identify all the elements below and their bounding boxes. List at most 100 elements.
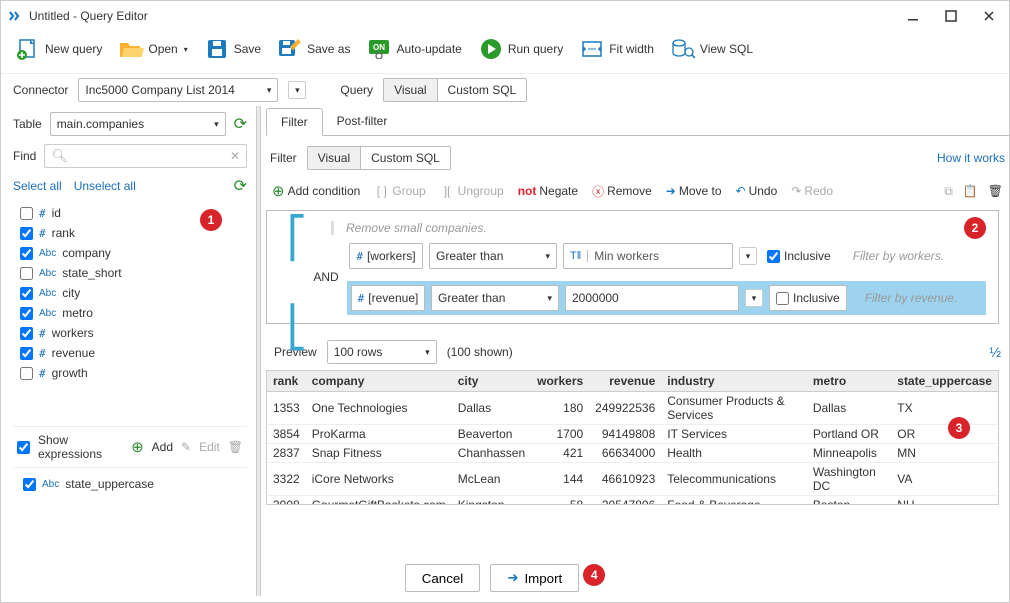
- connector-label: Connector: [13, 83, 68, 97]
- connector-extra-button[interactable]: ▾: [288, 81, 306, 99]
- col-header[interactable]: workers: [531, 371, 589, 392]
- preview-shown: (100 shown): [447, 345, 513, 359]
- ungroup-button[interactable]: ][Ungroup: [440, 184, 504, 199]
- window-title: Untitled - Query Editor: [29, 9, 148, 23]
- type-number-icon: #: [39, 207, 46, 220]
- tab-filter-custom[interactable]: Custom SQL: [361, 147, 450, 169]
- inclusive-checkbox[interactable]: Inclusive: [769, 285, 847, 311]
- new-query-button[interactable]: New query: [13, 35, 104, 63]
- arrow-right-icon: ➜: [666, 184, 676, 198]
- cancel-button[interactable]: Cancel: [405, 564, 481, 592]
- filter-mode-switch[interactable]: Visual Custom SQL: [307, 146, 451, 170]
- col-header[interactable]: rank: [267, 371, 306, 392]
- table-select[interactable]: main.companies: [50, 112, 226, 136]
- column-item: #growth: [14, 363, 246, 383]
- col-header[interactable]: revenue: [589, 371, 661, 392]
- find-input[interactable]: 🔍︎ ✕: [44, 144, 247, 168]
- col-header[interactable]: city: [452, 371, 531, 392]
- column-item: Abcmetro: [14, 303, 246, 323]
- redo-button[interactable]: ↷Redo: [791, 184, 833, 198]
- inclusive-checkbox[interactable]: Inclusive: [763, 249, 835, 263]
- type-text-icon: Abc: [39, 288, 56, 299]
- field-pill[interactable]: #[revenue]: [351, 285, 425, 311]
- field-pill[interactable]: #[workers]: [349, 243, 423, 269]
- delete-icon[interactable]: 🗑: [228, 440, 243, 454]
- save-button[interactable]: Save: [202, 35, 263, 63]
- close-button[interactable]: [977, 4, 1001, 28]
- play-icon: [478, 37, 504, 61]
- maximize-button[interactable]: [939, 4, 963, 28]
- undo-button[interactable]: ↶Undo: [736, 184, 778, 198]
- add-condition-button[interactable]: ⊕Add condition: [272, 182, 360, 200]
- bracket-open-icon: ⎡: [285, 215, 309, 261]
- save-as-button[interactable]: Save as: [275, 35, 352, 63]
- paste-icon[interactable]: 📋: [963, 184, 978, 198]
- select-all-link[interactable]: Select all: [13, 179, 62, 193]
- value-input[interactable]: 2000000: [565, 285, 739, 311]
- col-header[interactable]: industry: [661, 371, 807, 392]
- transpose-icon[interactable]: ½: [989, 344, 1001, 360]
- filter-group-comment: Remove small companies.: [331, 221, 984, 235]
- operator-select[interactable]: Greater than: [429, 243, 557, 269]
- how-it-works-link[interactable]: How it works: [937, 151, 1005, 165]
- tab-filter-visual[interactable]: Visual: [308, 147, 361, 169]
- add-icon[interactable]: ⊕: [131, 438, 144, 456]
- operator-select[interactable]: Greater than: [431, 285, 559, 311]
- filter-label: Filter: [270, 151, 297, 165]
- undo-icon: ↶: [736, 184, 746, 198]
- import-button[interactable]: ➜Import: [490, 564, 579, 592]
- col-header[interactable]: company: [306, 371, 452, 392]
- refresh-table-icon[interactable]: ⟳: [234, 114, 247, 134]
- col-header[interactable]: state_uppercase: [891, 371, 998, 392]
- plus-icon: ⊕: [272, 182, 285, 200]
- clear-icon[interactable]: ✕: [230, 149, 240, 163]
- fit-width-button[interactable]: Fit width: [577, 35, 656, 63]
- preview-rows-select[interactable]: 100 rows: [327, 340, 437, 364]
- col-header[interactable]: metro: [807, 371, 891, 392]
- remove-button[interactable]: ⓧRemove: [592, 183, 652, 200]
- table-row: 2837Snap FitnessChanhassen42166634000Hea…: [267, 444, 998, 463]
- edit-icon[interactable]: ✎: [181, 440, 191, 454]
- preview-table[interactable]: rank company city workers revenue indust…: [266, 370, 999, 505]
- unselect-all-link[interactable]: Unselect all: [74, 179, 136, 193]
- type-number-icon: #: [39, 227, 46, 240]
- remove-icon: ⓧ: [592, 183, 604, 200]
- expression-item: Abcstate_uppercase: [17, 474, 243, 494]
- move-to-button[interactable]: ➜Move to: [666, 184, 722, 198]
- connector-select[interactable]: Inc5000 Company List 2014: [78, 78, 278, 102]
- type-number-icon: #: [39, 367, 46, 380]
- param-input[interactable]: T‖Min workers: [563, 243, 733, 269]
- type-number-icon: #: [39, 327, 46, 340]
- group-button[interactable]: [ ]Group: [374, 184, 425, 199]
- param-dropdown-button[interactable]: ▾: [745, 289, 763, 307]
- query-mode-switch[interactable]: Visual Custom SQL: [383, 78, 527, 102]
- column-item: #workers: [14, 323, 246, 343]
- tab-visual[interactable]: Visual: [384, 79, 437, 101]
- view-sql-button[interactable]: View SQL: [668, 35, 755, 63]
- not-icon: not: [518, 184, 537, 198]
- auto-update-button[interactable]: ONAuto-update: [364, 35, 463, 63]
- tab-post-filter[interactable]: Post-filter: [323, 108, 402, 135]
- copy-icon[interactable]: ⧉: [944, 184, 953, 199]
- caret-down-icon: ▾: [184, 45, 188, 54]
- tab-filter[interactable]: Filter: [266, 108, 323, 136]
- splitter-handle[interactable]: [256, 106, 261, 596]
- table-label: Table: [13, 117, 42, 131]
- column-item: #revenue: [14, 343, 246, 363]
- trash-icon[interactable]: 🗑: [988, 184, 1003, 198]
- refresh-columns-icon[interactable]: ⟳: [234, 176, 247, 196]
- tab-custom-sql[interactable]: Custom SQL: [438, 79, 527, 101]
- show-expressions-checkbox[interactable]: [17, 441, 30, 454]
- open-button[interactable]: Open▾: [116, 35, 189, 63]
- callout-badge-2: 2: [964, 217, 986, 239]
- condition-description: Filter by revenue.: [865, 291, 958, 305]
- auto-update-icon: ON: [366, 37, 392, 61]
- param-dropdown-button[interactable]: ▾: [739, 247, 757, 265]
- column-list[interactable]: #id #rank Abccompany Abcstate_short Abcc…: [13, 202, 247, 422]
- run-query-button[interactable]: Run query: [476, 35, 565, 63]
- minimize-button[interactable]: [901, 4, 925, 28]
- negate-button[interactable]: notNegate: [518, 184, 578, 198]
- type-text-icon: Abc: [42, 479, 59, 490]
- search-icon: 🔍︎: [51, 148, 68, 164]
- table-row: 3854ProKarmaBeaverton170094149808IT Serv…: [267, 425, 998, 444]
